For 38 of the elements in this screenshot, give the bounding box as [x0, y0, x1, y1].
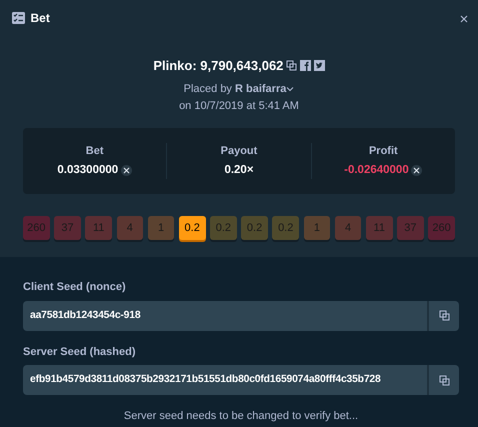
- copy-icon: [438, 374, 450, 386]
- seed-label: Client Seed (nonce): [23, 281, 126, 293]
- copy-icon[interactable]: [286, 60, 298, 72]
- multiplier-tile: 260: [428, 216, 455, 240]
- copy-button[interactable]: [427, 365, 459, 395]
- multiplier-tile: 37: [397, 216, 424, 240]
- multiplier-tile: 11: [85, 216, 112, 240]
- list-icon: [12, 12, 25, 24]
- seed-field[interactable]: aa7581db1243454c-918: [23, 300, 427, 330]
- twitter-icon[interactable]: [314, 60, 325, 72]
- stat-value: 0.20×: [224, 163, 254, 178]
- multiplier-tile: 1: [304, 216, 330, 240]
- stat-label: Bet: [86, 144, 104, 157]
- bet-date: on 10/7/2019 at 5:41 AM: [179, 100, 299, 112]
- stat-value: 0.03300000: [57, 163, 118, 178]
- multiplier-tile: 37: [54, 216, 81, 240]
- facebook-icon[interactable]: [300, 60, 311, 72]
- bet-title: Plinko: 9,790,643,062: [153, 57, 284, 75]
- chevron-down-icon[interactable]: [286, 86, 294, 92]
- multiplier-tile: 0.2: [178, 216, 206, 240]
- multiplier-tile: 11: [366, 216, 393, 240]
- stat-label: Payout: [220, 144, 258, 157]
- copy-icon: [438, 310, 450, 321]
- verify-note: Server seed needs to be changed to verify bet...: [124, 410, 358, 422]
- multiplier-tile: 4: [116, 216, 144, 240]
- multiplier-tile: 4: [334, 216, 362, 240]
- copy-button[interactable]: [427, 300, 459, 330]
- currency-icon: [411, 165, 422, 176]
- currency-icon: [120, 165, 132, 176]
- username-link[interactable]: R baifarra: [235, 81, 286, 98]
- multiplier-tile: 260: [23, 216, 50, 240]
- seed-label: Server Seed (hashed): [23, 346, 136, 358]
- stat-label: Profit: [368, 144, 398, 157]
- placed-by-label: Placed by: [184, 82, 232, 97]
- stat-value: -0.02640000: [344, 163, 409, 178]
- window-title: Bet: [30, 10, 50, 27]
- seed-field[interactable]: efb91b4579d3811d08375b2932171b51551db80c0fd1659074a80fff4c35b728: [23, 365, 427, 395]
- multiplier-tile: 1: [148, 216, 174, 240]
